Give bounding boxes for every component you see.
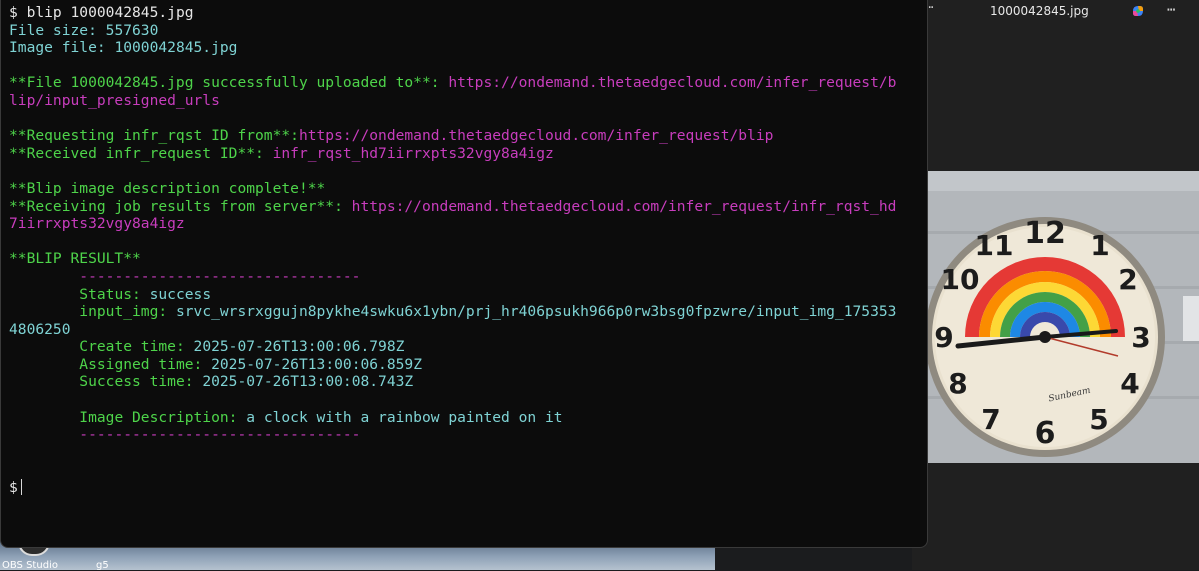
divider-top: --------------------------------	[79, 267, 361, 285]
description-value: a clock with a rainbow painted on it	[246, 408, 563, 426]
receiving-url-line-2: 7iirrxpts32vgy8a4igz	[9, 215, 185, 233]
clock-photo: 12 11 1 10 2 9 3 8 4 7 5 6 Sunbeam	[928, 171, 1199, 463]
terminal-output: $ blip 1000042845.jpg File size: 557630 …	[9, 4, 909, 497]
desktop-icon-label-g5[interactable]: g5	[96, 560, 109, 571]
image-file-label: Image file:	[9, 39, 115, 57]
requesting-message: **Requesting infr_rqst ID from**:	[9, 127, 299, 145]
svg-text:12: 12	[1024, 216, 1066, 251]
input-img-value-line-1: srvc_wrsrxggujn8pykhe4swku6x1ybn/prj_hr4…	[175, 303, 897, 321]
upload-url-line-2: lip/input_presigned_urls	[9, 91, 220, 109]
svg-text:9: 9	[934, 321, 953, 354]
create-time-value: 2025-07-26T13:00:06.798Z	[193, 338, 405, 356]
svg-text:8: 8	[948, 367, 967, 400]
assigned-time-label: Assigned time:	[79, 355, 203, 373]
upload-url-line-1: https://ondemand.thetaedgecloud.com/infe…	[448, 74, 897, 92]
received-message: **Received infr_request ID**:	[9, 144, 264, 162]
svg-text:4: 4	[1120, 367, 1139, 400]
input-img-value-line-2: 4806250	[9, 320, 71, 338]
complete-message: **Blip image description complete!**	[9, 179, 326, 197]
photo-viewer-title: 1000042845.jpg	[990, 4, 1089, 18]
svg-text:11: 11	[975, 229, 1014, 262]
input-img-label: input_img:	[79, 303, 168, 321]
description-label: Image Description:	[79, 408, 238, 426]
success-time-value: 2025-07-26T13:00:08.743Z	[202, 373, 414, 391]
svg-text:7: 7	[981, 403, 1000, 436]
text-cursor[interactable]	[20, 479, 22, 496]
status-label: Status:	[79, 285, 141, 303]
success-time-label: Success time:	[79, 373, 194, 391]
command-text: blip 1000042845.jpg	[26, 4, 194, 21]
file-size-value: 557630	[105, 21, 159, 39]
requesting-url: https://ondemand.thetaedgecloud.com/infe…	[298, 127, 774, 145]
receiving-url-line-1: https://ondemand.thetaedgecloud.com/infe…	[351, 197, 897, 215]
svg-text:1: 1	[1090, 229, 1109, 262]
viewer-menu-icon[interactable]: ⋯	[1167, 2, 1175, 18]
svg-text:10: 10	[941, 263, 980, 296]
desktop-icon-label-obs[interactable]: OBS Studio	[2, 560, 58, 571]
create-time-label: Create time:	[79, 338, 185, 356]
received-id: infr_rqst_hd7iirrxpts32vgy8a4igz	[272, 144, 554, 162]
photo-viewer-titlebar: ⋯ 1000042845.jpg ⋯	[912, 0, 1199, 24]
result-header: **BLIP RESULT**	[9, 250, 141, 268]
file-size-label: File size:	[9, 21, 106, 39]
copilot-icon[interactable]	[1131, 4, 1145, 18]
prompt: $	[9, 4, 27, 21]
terminal-window[interactable]: $ blip 1000042845.jpg File size: 557630 …	[0, 0, 928, 548]
divider-bottom: --------------------------------	[79, 426, 361, 444]
svg-text:3: 3	[1131, 321, 1150, 354]
assigned-time-value: 2025-07-26T13:00:06.859Z	[211, 355, 422, 373]
final-prompt: $	[9, 479, 18, 497]
status-value: success	[149, 285, 212, 303]
image-file-value: 1000042845.jpg	[114, 39, 238, 57]
upload-message: **File 1000042845.jpg successfully uploa…	[9, 74, 440, 92]
receiving-message: **Receiving job results from server**:	[9, 197, 343, 215]
svg-text:5: 5	[1089, 403, 1108, 436]
svg-text:2: 2	[1118, 263, 1137, 296]
svg-text:6: 6	[1035, 416, 1056, 451]
photo-viewer-window: ⋯ 1000042845.jpg ⋯ 12 11 1 10 2 9 3 8 4 …	[912, 0, 1199, 570]
